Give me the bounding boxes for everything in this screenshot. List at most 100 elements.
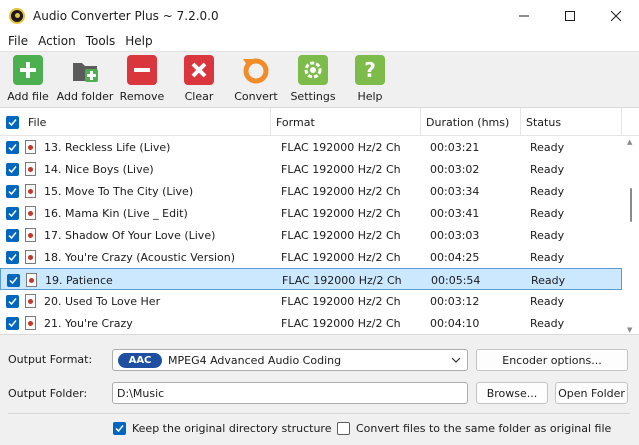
row-checkbox-cell xyxy=(6,312,19,334)
same-folder-label: Convert files to the same folder as orig… xyxy=(356,421,612,435)
row-checkbox-cell xyxy=(6,202,19,224)
select-all-checkbox[interactable] xyxy=(6,115,19,129)
column-duration[interactable]: Duration (hms) xyxy=(421,108,521,136)
file-name: 13. Reckless Life (Live) xyxy=(44,140,171,154)
browse-button[interactable]: Browse... xyxy=(476,382,548,404)
row-checkbox[interactable] xyxy=(6,228,19,242)
file-status: Ready xyxy=(531,273,566,287)
table-row[interactable]: 13. Reckless Life (Live) FLAC 192000 Hz/2… xyxy=(0,136,622,158)
window-title: Audio Converter Plus ~ 7.2.0.0 xyxy=(33,8,219,23)
row-checkbox[interactable] xyxy=(6,316,19,330)
column-format-label: Format xyxy=(276,115,315,129)
column-status[interactable]: Status xyxy=(521,108,622,136)
row-checkbox-cell xyxy=(6,246,19,268)
keep-structure-option[interactable]: Keep the original directory structure xyxy=(113,420,331,436)
row-checkbox-cell xyxy=(6,224,19,246)
menu-help[interactable]: Help xyxy=(120,34,157,48)
close-icon xyxy=(611,10,621,21)
output-format-value: MPEG4 Advanced Audio Coding xyxy=(168,353,342,367)
file-duration: 00:03:03 xyxy=(430,228,480,242)
audio-file-icon xyxy=(25,246,36,268)
row-checkbox[interactable] xyxy=(7,273,20,287)
audio-file-icon xyxy=(25,290,36,312)
row-checkbox-cell xyxy=(7,269,20,291)
file-name: 17. Shadow Of Your Love (Live) xyxy=(44,228,216,242)
output-format-label: Output Format: xyxy=(8,353,93,366)
file-duration: 00:03:34 xyxy=(430,184,480,198)
convert-button[interactable]: Convert xyxy=(228,55,284,107)
scroll-down-icon[interactable]: ▼ xyxy=(627,326,632,334)
file-format: FLAC 192000 Hz/2 Ch xyxy=(281,206,401,220)
clear-button[interactable]: Clear xyxy=(171,55,227,107)
table-row[interactable]: 14. Nice Boys (Live) FLAC 192000 Hz/2 Ch 0… xyxy=(0,158,622,180)
divider xyxy=(8,413,630,414)
close-button[interactable] xyxy=(593,0,639,31)
file-name: 19. Patience xyxy=(45,273,113,287)
column-file[interactable]: File xyxy=(0,108,271,136)
menu-bar: File Action Tools Help xyxy=(0,31,639,51)
file-format: FLAC 192000 Hz/2 Ch xyxy=(281,140,401,154)
remove-icon xyxy=(127,55,157,85)
output-folder-field[interactable]: D:\Music xyxy=(112,382,468,404)
remove-button[interactable]: Remove xyxy=(114,55,170,107)
encoder-options-button[interactable]: Encoder options... xyxy=(476,349,628,371)
row-checkbox[interactable] xyxy=(6,250,19,264)
minimize-icon xyxy=(519,15,529,16)
file-status: Ready xyxy=(530,316,565,330)
file-name: 18. You're Crazy (Acoustic Version) xyxy=(44,250,236,264)
minimize-button[interactable] xyxy=(501,0,547,31)
table-row[interactable]: 18. You're Crazy (Acoustic Version) FLAC … xyxy=(0,246,622,268)
row-checkbox[interactable] xyxy=(6,140,19,154)
output-format-dropdown[interactable]: AAC MPEG4 Advanced Audio Coding xyxy=(112,349,468,371)
maximize-button[interactable] xyxy=(547,0,593,31)
file-status: Ready xyxy=(530,184,565,198)
file-format: FLAC 192000 Hz/2 Ch xyxy=(281,184,401,198)
audio-file-icon xyxy=(25,136,36,158)
file-duration: 00:03:41 xyxy=(430,206,480,220)
menu-file[interactable]: File xyxy=(3,34,33,48)
column-format[interactable]: Format xyxy=(271,108,421,136)
table-row[interactable]: 19. Patience FLAC 192000 Hz/2 Ch 00:05:54 R… xyxy=(0,268,622,290)
row-checkbox[interactable] xyxy=(6,184,19,198)
file-duration: 00:03:12 xyxy=(430,294,480,308)
add-folder-button[interactable]: Add folder xyxy=(57,55,113,107)
file-format: FLAC 192000 Hz/2 Ch xyxy=(281,162,401,176)
audio-file-icon xyxy=(25,158,36,180)
vertical-scrollbar[interactable]: ▲ ▼ xyxy=(622,136,639,334)
add-file-label: Add file xyxy=(7,90,49,103)
scroll-up-icon[interactable]: ▲ xyxy=(627,138,632,146)
row-checkbox[interactable] xyxy=(6,162,19,176)
app-logo-icon xyxy=(9,7,25,24)
table-row[interactable]: 15. Move To The City (Live) FLAC 192000 H… xyxy=(0,180,622,202)
remove-label: Remove xyxy=(119,90,165,103)
same-folder-checkbox[interactable] xyxy=(337,421,350,435)
row-checkbox-cell xyxy=(6,136,19,158)
menu-action[interactable]: Action xyxy=(33,34,81,48)
table-row[interactable]: 20. Used To Love Her FLAC 192000 Hz/2 Ch 0… xyxy=(0,290,622,312)
file-format: FLAC 192000 Hz/2 Ch xyxy=(281,294,401,308)
table-row[interactable]: 16. Mama Kin (Live _ Edit) FLAC 192000 Hz… xyxy=(0,202,622,224)
help-button[interactable]: ? Help xyxy=(342,55,398,107)
output-panel: Output Format: AAC MPEG4 Advanced Audio … xyxy=(0,336,639,445)
file-status: Ready xyxy=(530,228,565,242)
settings-button[interactable]: Settings xyxy=(285,55,341,107)
row-checkbox[interactable] xyxy=(6,294,19,308)
table-row[interactable]: 21. You're Crazy FLAC 192000 Hz/2 Ch 00:04… xyxy=(0,312,622,334)
table-row[interactable]: 17. Shadow Of Your Love (Live) FLAC 19200… xyxy=(0,224,622,246)
chevron-down-icon xyxy=(451,357,461,363)
keep-structure-label: Keep the original directory structure xyxy=(132,421,332,435)
file-name: 21. You're Crazy xyxy=(44,316,133,330)
open-folder-button[interactable]: Open Folder xyxy=(555,382,628,404)
scroll-thumb[interactable] xyxy=(630,188,632,222)
file-format: FLAC 192000 Hz/2 Ch xyxy=(281,250,401,264)
file-duration: 00:03:02 xyxy=(430,162,480,176)
add-file-button[interactable]: Add file xyxy=(0,55,56,107)
file-format: FLAC 192000 Hz/2 Ch xyxy=(282,273,402,287)
row-checkbox[interactable] xyxy=(6,206,19,220)
menu-tools[interactable]: Tools xyxy=(81,34,121,48)
settings-icon xyxy=(298,55,328,85)
keep-structure-checkbox[interactable] xyxy=(113,421,126,435)
same-folder-option[interactable]: Convert files to the same folder as orig… xyxy=(337,420,611,436)
file-status: Ready xyxy=(530,206,565,220)
list-header: File Format Duration (hms) Status xyxy=(0,108,639,136)
